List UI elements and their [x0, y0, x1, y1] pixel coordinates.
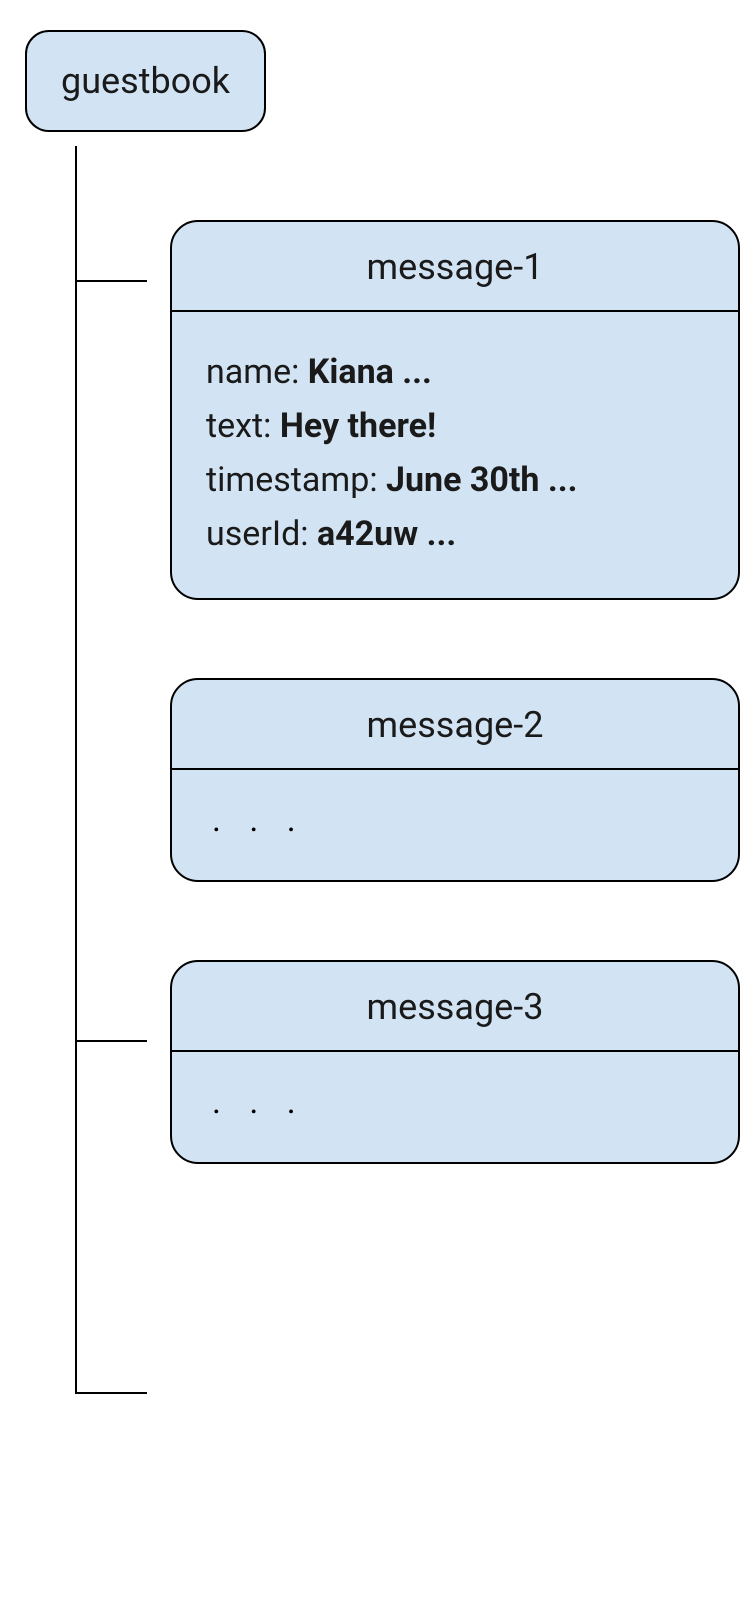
document-node-2: message-2 . . . [170, 678, 740, 882]
connector-horizontal-2 [75, 1040, 147, 1042]
document-title: message-3 [172, 962, 738, 1050]
field-value: Kiana ... [308, 352, 432, 392]
document-body: . . . [172, 1052, 738, 1162]
connector-vertical [75, 146, 77, 1393]
field-row-name: name: Kiana ... [206, 352, 704, 392]
ellipsis-icon: . . . [206, 796, 704, 850]
field-key: text [206, 406, 263, 446]
document-title: message-2 [172, 680, 738, 768]
ellipsis-icon: . . . [206, 1078, 704, 1132]
field-row-timestamp: timestamp: June 30th ... [206, 460, 704, 500]
document-title: message-1 [172, 222, 738, 310]
field-row-text: text: Hey there! [206, 406, 704, 446]
field-value: a42uw ... [317, 514, 456, 554]
document-body: name: Kiana ... text: Hey there! timesta… [172, 312, 738, 598]
field-key: userId [206, 514, 300, 554]
field-row-userid: userId: a42uw ... [206, 514, 704, 554]
connector-horizontal-1 [75, 280, 147, 282]
collection-label: guestbook [61, 60, 230, 102]
field-key: name [206, 352, 291, 392]
field-value: Hey there! [280, 406, 436, 446]
document-node-1: message-1 name: Kiana ... text: Hey ther… [170, 220, 740, 600]
collection-node: guestbook [25, 30, 266, 132]
field-key: timestamp [206, 460, 369, 500]
connector-horizontal-3 [75, 1392, 147, 1394]
document-body: . . . [172, 770, 738, 880]
field-value: June 30th ... [386, 460, 578, 500]
document-node-3: message-3 . . . [170, 960, 740, 1164]
